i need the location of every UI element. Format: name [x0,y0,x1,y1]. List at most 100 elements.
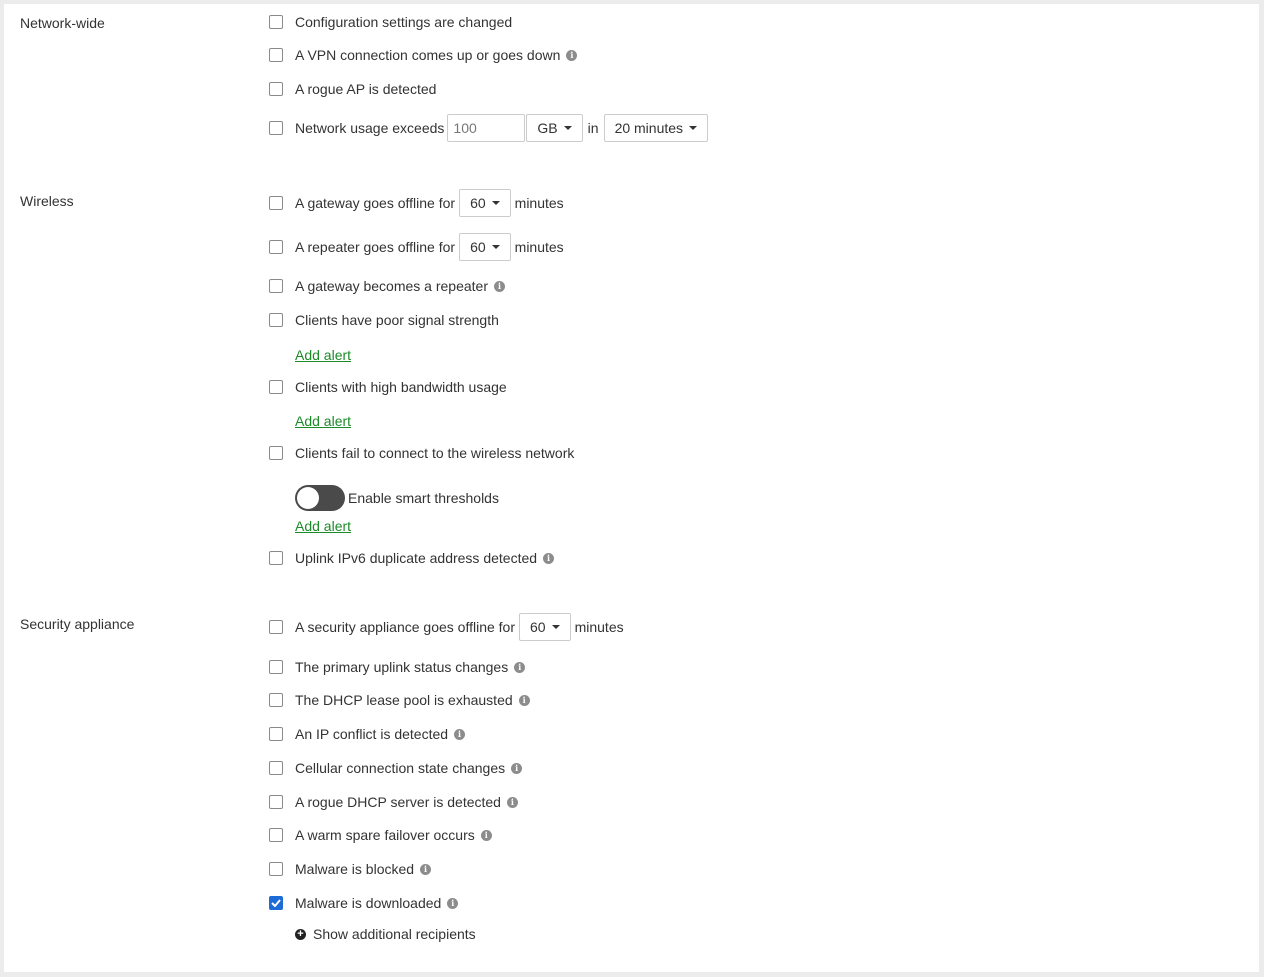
alert-row-high-bandwidth: Clients with high bandwidth usage [268,372,507,402]
smart-thresholds-row: Enable smart thresholds [295,485,499,511]
info-icon[interactable]: i [543,552,555,564]
checkbox-network-usage[interactable] [269,121,283,135]
chevron-down-icon [491,245,500,249]
info-icon[interactable]: i [447,897,459,909]
label-rogue-dhcp: A rogue DHCP server is detected [295,794,501,810]
alert-row-rogue-ap: A rogue AP is detected [268,74,436,104]
alert-row-gateway-offline: A gateway goes offline for 60 minutes [268,188,564,218]
alert-row-config-changed: Configuration settings are changed [268,7,512,37]
label-ipv6-duplicate: Uplink IPv6 duplicate address detected [295,550,538,566]
info-icon[interactable]: i [566,49,578,61]
checkbox-primary-uplink[interactable] [269,660,283,674]
checkbox-malware-blocked[interactable] [269,862,283,876]
section-label-security-appliance: Security appliance [20,616,135,632]
usage-period-value: 20 minutes [614,120,684,136]
section-label-network-wide: Network-wide [20,15,105,31]
section-label-wireless: Wireless [20,193,74,209]
alert-row-fail-connect: Clients fail to connect to the wireless … [268,438,574,468]
checkbox-ipv6-duplicate[interactable] [269,551,283,565]
label-network-usage: Network usage exceeds [295,120,445,136]
alert-row-malware-blocked: Malware is blocked i [268,854,432,884]
chevron-down-icon [689,126,698,130]
checkbox-fail-connect[interactable] [269,446,283,460]
chevron-down-icon [551,625,560,629]
appliance-offline-select[interactable]: 60 [519,613,571,641]
label-repeater-offline-unit: minutes [514,239,564,255]
alert-row-rogue-dhcp: A rogue DHCP server is detected i [268,787,518,817]
alert-row-vpn: A VPN connection comes up or goes down i [268,40,578,70]
usage-period-select[interactable]: 20 minutes [603,114,709,142]
info-icon[interactable]: i [518,694,530,706]
alert-row-primary-uplink: The primary uplink status changes i [268,652,526,682]
label-dhcp-exhausted: The DHCP lease pool is exhausted [295,692,513,708]
label-gateway-offline: A gateway goes offline for [295,195,456,211]
repeater-offline-value: 60 [470,239,486,255]
info-icon[interactable]: i [480,829,492,841]
label-poor-signal: Clients have poor signal strength [295,312,499,328]
checkbox-repeater-offline[interactable] [269,240,283,254]
plus-circle-icon: + [295,928,306,940]
label-appliance-offline: A security appliance goes offline for [295,619,515,635]
add-alert-link-poor-signal[interactable]: Add alert [295,347,351,363]
show-additional-recipients-link[interactable]: + Show additional recipients [295,926,476,942]
usage-amount-input[interactable] [447,114,526,142]
checkbox-rogue-ap[interactable] [269,82,283,96]
usage-unit-value: GB [537,120,558,136]
add-alert-link-fail-connect[interactable]: Add alert [295,518,351,534]
info-icon[interactable]: i [511,762,523,774]
label-repeater-offline: A repeater goes offline for [295,239,456,255]
alert-row-malware-downloaded: Malware is downloaded i [268,888,459,918]
checkbox-high-bandwidth[interactable] [269,380,283,394]
checkbox-appliance-offline[interactable] [269,620,283,634]
info-icon[interactable]: i [420,863,432,875]
label-config-changed: Configuration settings are changed [295,14,513,30]
label-warm-spare: A warm spare failover occurs [295,827,475,843]
info-icon[interactable]: i [506,796,518,808]
repeater-offline-select[interactable]: 60 [459,233,511,261]
label-appliance-offline-unit: minutes [574,619,624,635]
checkbox-ip-conflict[interactable] [269,727,283,741]
label-usage-in: in [587,120,599,136]
alert-row-cellular-state: Cellular connection state changes i [268,753,523,783]
label-cellular-state: Cellular connection state changes [295,760,506,776]
alert-row-poor-signal: Clients have poor signal strength [268,305,499,335]
checkbox-cellular-state[interactable] [269,761,283,775]
smart-thresholds-toggle[interactable] [295,485,345,511]
gateway-offline-select[interactable]: 60 [459,189,511,217]
toggle-knob [297,487,319,509]
label-vpn: A VPN connection comes up or goes down [295,47,561,63]
checkbox-config-changed[interactable] [269,15,283,29]
label-primary-uplink: The primary uplink status changes [295,659,509,675]
alert-row-ipv6-duplicate: Uplink IPv6 duplicate address detected i [268,543,555,573]
chevron-down-icon [491,201,500,205]
alert-row-repeater-offline: A repeater goes offline for 60 minutes [268,232,564,262]
label-ip-conflict: An IP conflict is detected [295,726,449,742]
label-smart-thresholds: Enable smart thresholds [348,490,499,506]
checkbox-rogue-dhcp[interactable] [269,795,283,809]
checkbox-poor-signal[interactable] [269,313,283,327]
alert-row-ip-conflict: An IP conflict is detected i [268,719,466,749]
label-high-bandwidth: Clients with high bandwidth usage [295,379,507,395]
label-malware-blocked: Malware is blocked [295,861,415,877]
alerts-settings-panel: Network-wide Wireless Security appliance… [4,4,1259,972]
checkbox-vpn[interactable] [269,48,283,62]
label-malware-downloaded: Malware is downloaded [295,895,442,911]
alert-row-gateway-repeater: A gateway becomes a repeater i [268,271,506,301]
checkbox-malware-downloaded[interactable] [269,896,283,910]
checkbox-gateway-offline[interactable] [269,196,283,210]
checkbox-warm-spare[interactable] [269,828,283,842]
usage-unit-select[interactable]: GB [526,114,583,142]
label-rogue-ap: A rogue AP is detected [295,81,437,97]
checkbox-dhcp-exhausted[interactable] [269,693,283,707]
label-fail-connect: Clients fail to connect to the wireless … [295,445,575,461]
label-show-additional-recipients: Show additional recipients [313,926,476,942]
info-icon[interactable]: i [454,728,466,740]
info-icon[interactable]: i [494,280,506,292]
checkbox-gateway-repeater[interactable] [269,279,283,293]
alert-row-network-usage: Network usage exceeds GB in 20 minutes [268,113,712,143]
appliance-offline-value: 60 [530,619,546,635]
alert-row-appliance-offline: A security appliance goes offline for 60… [268,612,624,642]
info-icon[interactable]: i [514,661,526,673]
add-alert-link-high-bandwidth[interactable]: Add alert [295,413,351,429]
label-gateway-offline-unit: minutes [514,195,564,211]
